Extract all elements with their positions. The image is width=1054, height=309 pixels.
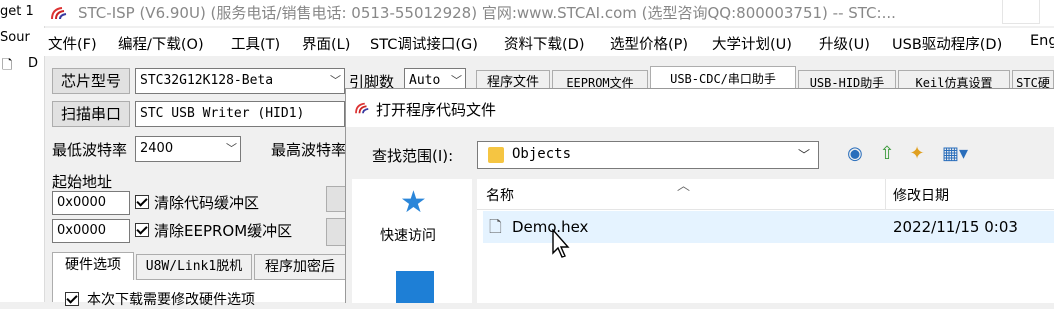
new-folder-icon[interactable]: ✦ — [906, 143, 928, 165]
file-date: 2022/11/15 0:03 — [893, 218, 1018, 236]
file-list-header: 名称 ︿ 修改日期 — [477, 179, 1054, 210]
up-folder-icon[interactable]: ⇧ — [876, 143, 898, 165]
menu-stc-debug[interactable]: STC调试接口(G) — [370, 33, 478, 54]
quick-access-label[interactable]: 快速访问 — [380, 225, 436, 245]
column-name[interactable]: 名称 — [486, 185, 514, 205]
menu-usb-driver[interactable]: USB驱动程序(D) — [892, 33, 1002, 54]
menu-program-download[interactable]: 编程/下载(O) — [118, 33, 204, 54]
clear-code-label: 清除代码缓冲区 — [154, 194, 260, 212]
window-title: STC-ISP (V6.90U) (服务电话/销售电话: 0513-550129… — [78, 4, 896, 22]
menu-english[interactable]: Eng — [1030, 33, 1054, 49]
mouse-cursor-icon — [552, 229, 570, 258]
start-address-label: 起始地址 — [52, 173, 113, 191]
chevron-down-icon: ﹀ — [797, 148, 810, 162]
document-icon: 🗋 — [2, 58, 13, 73]
clear-code-checkbox[interactable] — [135, 195, 149, 209]
chip-model-value: STC32G12K128-Beta — [140, 73, 274, 88]
look-in-value: Objects — [512, 146, 572, 162]
tab-program-encrypt[interactable]: 程序加密后 — [254, 254, 346, 280]
menu-upgrade[interactable]: 升级(U) — [819, 33, 870, 54]
chevron-down-icon: ﹀ — [330, 74, 341, 87]
menu-interface[interactable]: 界面(L) — [302, 33, 350, 54]
modify-hardware-checkbox[interactable] — [65, 292, 79, 306]
background-label-3: D — [28, 56, 39, 71]
clear-eeprom-checkbox[interactable] — [135, 223, 149, 237]
tab-u8w-offline[interactable]: U8W/Link1脱机 — [136, 254, 252, 280]
scan-port-button[interactable]: 扫描串口 — [52, 101, 130, 127]
max-baud-label: 最高波特率 — [271, 141, 347, 159]
background-label-2: Sour — [0, 30, 30, 45]
menu-docs-download[interactable]: 资料下载(D) — [504, 33, 584, 54]
pin-count-value: Auto — [409, 73, 441, 88]
menu-price[interactable]: 选型价格(P) — [610, 33, 688, 54]
min-baud-select[interactable]: 2400 ﹀ — [135, 136, 241, 162]
background-app-strip: get 1 Sour 🗋 D — [0, 0, 45, 302]
min-baud-value: 2400 — [140, 141, 174, 156]
menu-file[interactable]: 文件(F) — [48, 33, 97, 54]
back-icon[interactable]: ◉ — [844, 143, 866, 165]
file-list: 名称 ︿ 修改日期 🗋 Demo.hex 2022/11/15 0:03 — [477, 179, 1054, 303]
stc-logo-icon — [51, 7, 67, 20]
menu-university[interactable]: 大学计划(U) — [712, 33, 792, 54]
open-file-dialog: 打开程序代码文件 查找范围(I): Objects ﹀ ◉ ⇧ ✦ ▦▾ ★ 快… — [345, 88, 1054, 303]
places-bar: ★ 快速访问 — [352, 179, 472, 303]
start-address-field-2[interactable]: 0x0000 — [52, 219, 130, 243]
menu-tools[interactable]: 工具(T) — [231, 33, 280, 54]
file-icon: 🗋 — [489, 217, 502, 236]
start-address-field-1[interactable]: 0x0000 — [52, 191, 130, 215]
view-menu-icon[interactable]: ▦▾ — [938, 143, 972, 165]
look-in-label: 查找范围(I): — [372, 147, 454, 165]
chip-model-select[interactable]: STC32G12K128-Beta ﹀ — [135, 68, 345, 94]
column-divider — [885, 179, 886, 209]
star-icon[interactable]: ★ — [400, 185, 427, 220]
clear-eeprom-label: 清除EEPROM缓冲区 — [154, 222, 293, 240]
minimize-button[interactable] — [1002, 0, 1040, 24]
folder-icon — [488, 147, 504, 163]
dialog-title: 打开程序代码文件 — [376, 101, 497, 119]
port-select[interactable]: STC USB Writer (HID1) — [135, 101, 345, 127]
port-value: STC USB Writer (HID1) — [140, 106, 305, 121]
chip-model-button[interactable]: 芯片型号 — [52, 68, 130, 94]
dialog-body: 查找范围(I): Objects ﹀ ◉ ⇧ ✦ ▦▾ ★ 快速访问 名称 ︿ … — [346, 127, 1054, 303]
hardware-options-panel: 本次下载需要修改硬件选项 — [52, 280, 347, 308]
background-label-1: get 1 — [0, 4, 34, 19]
title-bar: STC-ISP (V6.90U) (服务电话/销售电话: 0513-550129… — [44, 0, 1054, 26]
desktop-icon[interactable] — [396, 271, 434, 303]
min-baud-label: 最低波特率 — [52, 141, 128, 159]
sort-ascending-icon: ︿ — [677, 179, 691, 194]
stc-logo-icon — [355, 102, 369, 114]
menu-bar: 文件(F) 编程/下载(O) 工具(T) 界面(L) STC调试接口(G) 资料… — [44, 28, 1054, 56]
look-in-select[interactable]: Objects ﹀ — [477, 141, 819, 169]
chevron-down-icon: ﹀ — [226, 142, 237, 155]
tab-hardware-options[interactable]: 硬件选项 — [52, 252, 134, 280]
modify-hardware-label: 本次下载需要修改硬件选项 — [87, 292, 255, 308]
column-date[interactable]: 修改日期 — [893, 185, 949, 205]
